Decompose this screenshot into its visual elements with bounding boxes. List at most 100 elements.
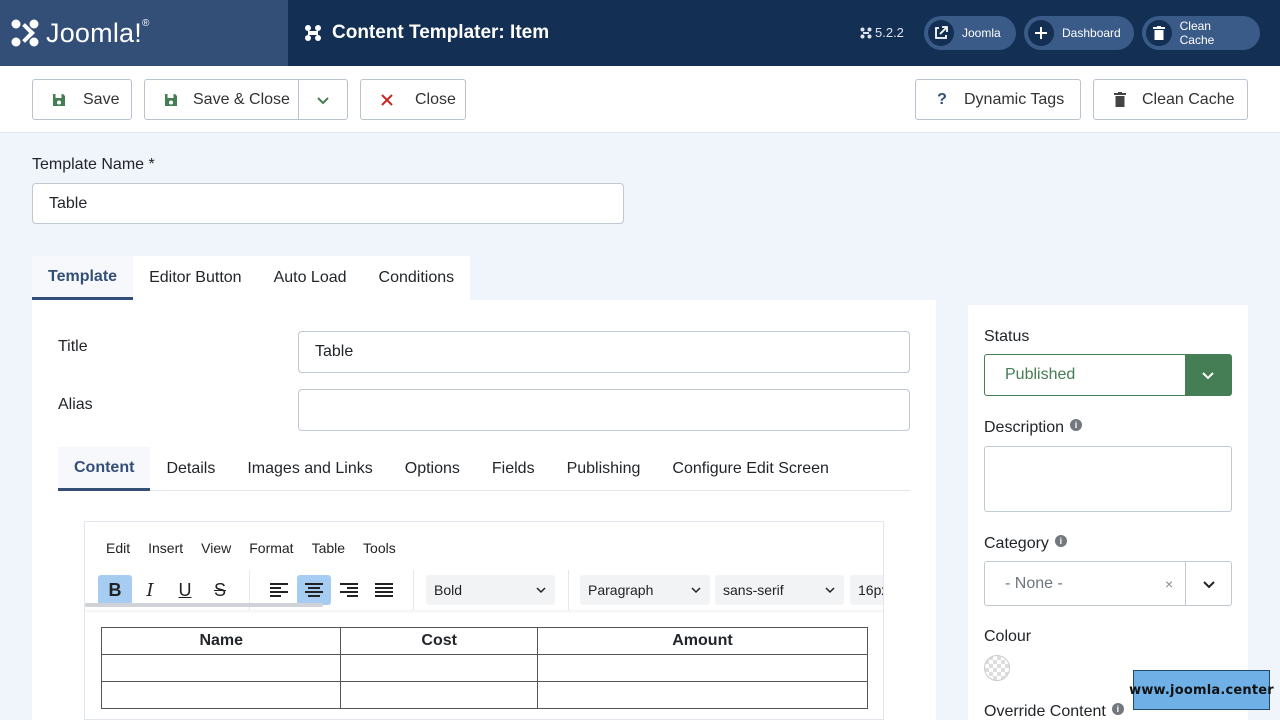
- menu-edit[interactable]: Edit: [97, 540, 139, 556]
- content-subtabs: Content Details Images and Links Options…: [58, 447, 910, 491]
- joomla-logo[interactable]: Joomla!®: [0, 0, 288, 66]
- content-table[interactable]: Name Cost Amount: [100, 627, 869, 709]
- chevron-down-icon: [536, 587, 546, 594]
- table-header[interactable]: Amount: [536, 627, 869, 655]
- font-family-select[interactable]: sans-serif: [715, 575, 844, 605]
- alias-label: Alias: [58, 396, 93, 413]
- strikethrough-icon[interactable]: S: [203, 575, 237, 605]
- alias-input[interactable]: [298, 389, 910, 431]
- table-header-row: Name Cost Amount: [100, 627, 869, 655]
- toolbar-scrollbar[interactable]: [85, 603, 323, 607]
- menu-view[interactable]: View: [192, 540, 240, 556]
- table-cell[interactable]: [340, 681, 538, 709]
- subtab-images-links[interactable]: Images and Links: [231, 447, 388, 491]
- plus-icon: [1035, 27, 1047, 39]
- menu-format[interactable]: Format: [240, 540, 302, 556]
- align-right-icon[interactable]: [332, 575, 366, 605]
- trash-icon: [1152, 26, 1165, 40]
- chevron-down-icon: [1185, 355, 1231, 395]
- category-select[interactable]: - None - ×: [984, 561, 1232, 606]
- font-size-select[interactable]: 16px: [850, 575, 883, 605]
- clean-cache-button[interactable]: Clean Cache: [1093, 79, 1248, 120]
- joomla-small-icon: [860, 27, 872, 38]
- colour-swatch[interactable]: [984, 655, 1010, 681]
- title-label: Title: [58, 338, 88, 355]
- app-header: Joomla!® Content Templater: Item 5.2.2 J…: [0, 0, 1280, 66]
- subtab-content[interactable]: Content: [58, 447, 151, 491]
- align-center-icon[interactable]: [297, 575, 331, 605]
- template-name-label: Template Name *: [32, 156, 155, 173]
- table-cell[interactable]: [536, 654, 869, 682]
- underline-icon[interactable]: U: [168, 575, 202, 605]
- joomla-site-button[interactable]: Joomla: [924, 16, 1016, 50]
- info-icon[interactable]: i: [1111, 703, 1124, 715]
- subtab-options[interactable]: Options: [389, 447, 476, 491]
- tab-template[interactable]: Template: [32, 256, 134, 300]
- chevron-down-icon: [825, 587, 835, 594]
- chevron-down-icon: [1185, 562, 1231, 605]
- menu-table[interactable]: Table: [303, 540, 354, 556]
- save-button[interactable]: Save: [32, 79, 132, 120]
- description-textarea[interactable]: [984, 446, 1232, 512]
- puzzle-icon: [305, 25, 321, 41]
- font-style-select[interactable]: Bold: [426, 575, 555, 605]
- menu-insert[interactable]: Insert: [139, 540, 192, 556]
- description-label: Description i: [984, 419, 1083, 437]
- table-cell[interactable]: [340, 654, 538, 682]
- editor-menubar: Edit Insert View Format Table Tools: [85, 532, 405, 564]
- clear-icon[interactable]: ×: [1165, 576, 1173, 592]
- subtab-fields[interactable]: Fields: [476, 447, 551, 491]
- subtab-details[interactable]: Details: [150, 447, 231, 491]
- save-close-button[interactable]: Save & Close: [144, 79, 348, 120]
- external-link-icon: [935, 26, 948, 39]
- bold-icon[interactable]: B: [98, 575, 132, 605]
- subtab-configure-edit-screen[interactable]: Configure Edit Screen: [656, 447, 845, 491]
- colour-label: Colour: [984, 628, 1032, 645]
- toolbar: Save Save & Close Close ? Dynamic Tags C…: [0, 66, 1280, 133]
- page-title-area: Content Templater: Item: [304, 0, 549, 66]
- block-format-select[interactable]: Paragraph: [580, 575, 710, 605]
- menu-tools[interactable]: Tools: [354, 540, 405, 556]
- table-row: [100, 681, 869, 709]
- category-label: Category i: [984, 535, 1067, 553]
- subtab-publishing[interactable]: Publishing: [551, 447, 657, 491]
- divider: [298, 80, 299, 119]
- chevron-down-icon: [691, 587, 701, 594]
- rich-text-editor: Edit Insert View Format Table Tools B I …: [84, 521, 884, 720]
- tab-editor-button[interactable]: Editor Button: [133, 256, 258, 300]
- status-label: Status: [984, 328, 1030, 345]
- joomla-logo-icon: [11, 19, 39, 47]
- template-name-input[interactable]: Table: [32, 183, 624, 224]
- align-left-icon[interactable]: [262, 575, 296, 605]
- tab-auto-load[interactable]: Auto Load: [258, 256, 363, 300]
- status-select[interactable]: Published: [984, 354, 1232, 396]
- info-icon[interactable]: i: [1070, 419, 1083, 431]
- dynamic-tags-button[interactable]: ? Dynamic Tags: [915, 79, 1081, 120]
- save-icon: [163, 92, 179, 108]
- chevron-down-icon[interactable]: [315, 92, 331, 113]
- tab-conditions[interactable]: Conditions: [363, 256, 471, 300]
- close-icon: [379, 92, 395, 108]
- table-header[interactable]: Cost: [340, 627, 538, 655]
- main-tabs: Template Editor Button Auto Load Conditi…: [32, 256, 471, 300]
- watermark-badge: www.joomla.center: [1129, 670, 1274, 710]
- table-cell[interactable]: [536, 681, 869, 709]
- page-title: Content Templater: Item: [332, 22, 550, 43]
- question-icon: ?: [937, 90, 947, 108]
- dashboard-button[interactable]: Dashboard: [1024, 16, 1134, 50]
- version-label: 5.2.2: [860, 25, 904, 40]
- logo-text: Joomla!®: [46, 17, 150, 48]
- title-input[interactable]: Table: [298, 331, 910, 373]
- italic-icon[interactable]: I: [133, 575, 167, 605]
- divider: [568, 570, 569, 610]
- table-cell[interactable]: [100, 654, 342, 682]
- divider: [413, 570, 414, 610]
- align-justify-icon[interactable]: [367, 575, 401, 605]
- trash-icon: [1112, 92, 1128, 108]
- header-clean-cache-button[interactable]: Clean Cache: [1142, 16, 1260, 50]
- override-content-label: Override Content i: [984, 703, 1124, 720]
- info-icon[interactable]: i: [1054, 535, 1067, 547]
- close-button[interactable]: Close: [360, 79, 466, 120]
- table-cell[interactable]: [100, 681, 342, 709]
- table-header[interactable]: Name: [100, 627, 342, 655]
